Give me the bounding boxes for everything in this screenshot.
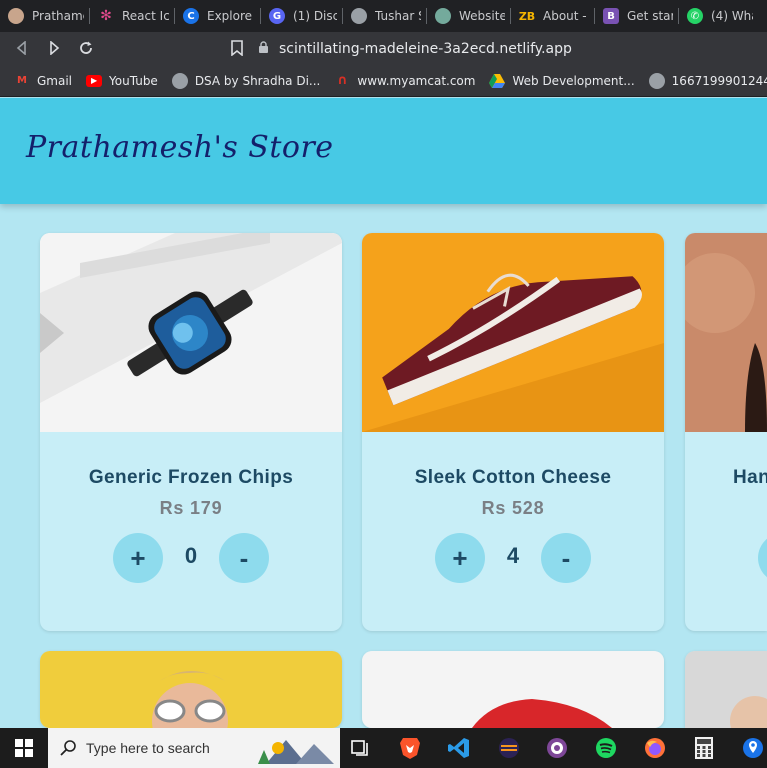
bookmark-label: Web Development... [512,73,635,88]
bookmark-youtube[interactable]: ▶ YouTube [86,74,158,88]
tab-tushar[interactable]: Tushar Si [343,0,427,32]
product-image [685,233,767,432]
globe-icon [648,72,665,89]
product-name: Han [733,467,767,488]
tab-whatsapp[interactable]: ✆ (4) What [679,0,759,32]
windows-taskbar: Type here to search [0,728,767,768]
bookmark-star-icon[interactable] [228,39,246,57]
tab-about[interactable]: ZB About - ( [511,0,595,32]
decrement-button[interactable]: - [219,533,269,583]
lock-icon [258,40,269,58]
tab-label: Tushar Si [375,9,421,23]
windows-start-icon[interactable] [12,736,36,760]
vscode-icon[interactable] [447,736,471,760]
product-card: Sleek Cotton Cheese Rs 528 + 4 - [362,233,664,631]
bookmarks-bar: M Gmail ▶ YouTube DSA by Shradha Di... ∩… [0,65,767,97]
weather-scene-icon [256,734,336,767]
tab-prathamesh[interactable]: Prathame [0,0,90,32]
headphones-icon: ∩ [337,73,348,88]
bookmark-dsa[interactable]: DSA by Shradha Di... [171,72,321,89]
product-image [685,651,767,728]
task-view-icon[interactable] [348,736,372,760]
search-icon [60,740,76,756]
bookmark-web-dev[interactable]: Web Development... [489,73,635,89]
increment-button[interactable]: + [435,533,485,583]
tab-discord[interactable]: G (1) Disco [261,0,343,32]
taskbar-search-box[interactable]: Type here to search [48,728,340,768]
eclipse-icon[interactable] [497,736,521,760]
globe-icon [171,72,188,89]
browser-toolbar: scintillating-madeleine-3a2ecd.netlify.a… [0,32,767,65]
quantity-value: 4 [506,543,520,568]
product-card: Generic Frozen Chips Rs 179 + 0 - [40,233,342,631]
globe-icon [351,8,367,24]
brave-icon[interactable] [398,736,422,760]
bookmark-myamcat[interactable]: ∩ www.myamcat.com [334,73,475,89]
tab-label: Website [459,9,505,23]
forward-icon[interactable] [45,39,63,57]
increment-button[interactable]: + [113,533,163,583]
tab-label: (1) Disco [293,9,337,23]
address-bar[interactable]: scintillating-madeleine-3a2ecd.netlify.a… [258,36,767,62]
product-card [685,651,767,728]
tab-get-started[interactable]: B Get starte [595,0,679,32]
avatar-icon [8,8,24,24]
calculator-icon[interactable] [692,736,716,760]
bookmark-label: Gmail [37,73,73,88]
bookmark-label: www.myamcat.com [357,73,476,88]
product-card: Han + [685,233,767,631]
product-image [40,233,342,432]
bookmark-label: YouTube [109,73,158,88]
firefox-icon[interactable] [643,736,667,760]
whatsapp-icon: ✆ [687,8,703,24]
tab-strip: Prathame ✻ React Ico C Explore C G (1) D… [0,0,767,32]
bootstrap-icon: B [603,8,619,24]
chatgpt-icon [435,8,451,24]
bookmark-label: DSA by Shradha Di... [194,73,321,88]
reload-icon[interactable] [77,39,95,57]
spotify-icon[interactable] [594,736,618,760]
back-icon[interactable] [13,39,31,57]
url-text: scintillating-madeleine-3a2ecd.netlify.a… [279,41,572,57]
product-price: Rs 528 [481,498,545,518]
discord-icon: G [269,8,285,24]
tab-label: Explore C [207,9,255,23]
tab-website[interactable]: Website [427,0,511,32]
gmail-icon: M [17,75,27,86]
zb-icon: ZB [518,9,536,23]
bookmark-gmail[interactable]: M Gmail [14,73,72,89]
tab-label: React Ico [122,9,169,23]
bookmark-label: 1667199901244.pdf [671,73,767,88]
product-price: Rs 179 [159,498,223,518]
tab-label: (4) What [711,9,753,23]
maps-icon[interactable] [741,736,765,760]
product-image [362,651,664,728]
tab-explore[interactable]: C Explore C [175,0,261,32]
tab-label: About - ( [543,9,589,23]
tor-icon[interactable] [545,736,569,760]
product-image [40,651,342,728]
product-image [362,233,664,432]
product-name: Generic Frozen Chips [88,467,294,488]
store-title: Prathamesh's Store [26,130,334,165]
tab-label: Prathame [32,9,84,23]
tab-react-icons[interactable]: ✻ React Ico [90,0,175,32]
chrome-web-store-icon: C [183,8,199,24]
drive-icon [489,73,506,89]
bookmark-pdf[interactable]: 1667199901244.pdf [648,72,767,89]
youtube-icon: ▶ [86,74,103,87]
product-name: Sleek Cotton Cheese [414,467,612,488]
search-placeholder: Type here to search [86,740,210,756]
react-icon: ✻ [100,8,112,24]
increment-button[interactable]: + [758,533,767,583]
product-card [362,651,664,728]
product-card [40,651,342,728]
decrement-button[interactable]: - [541,533,591,583]
quantity-value: 0 [184,543,198,568]
tab-label: Get starte [627,9,673,23]
